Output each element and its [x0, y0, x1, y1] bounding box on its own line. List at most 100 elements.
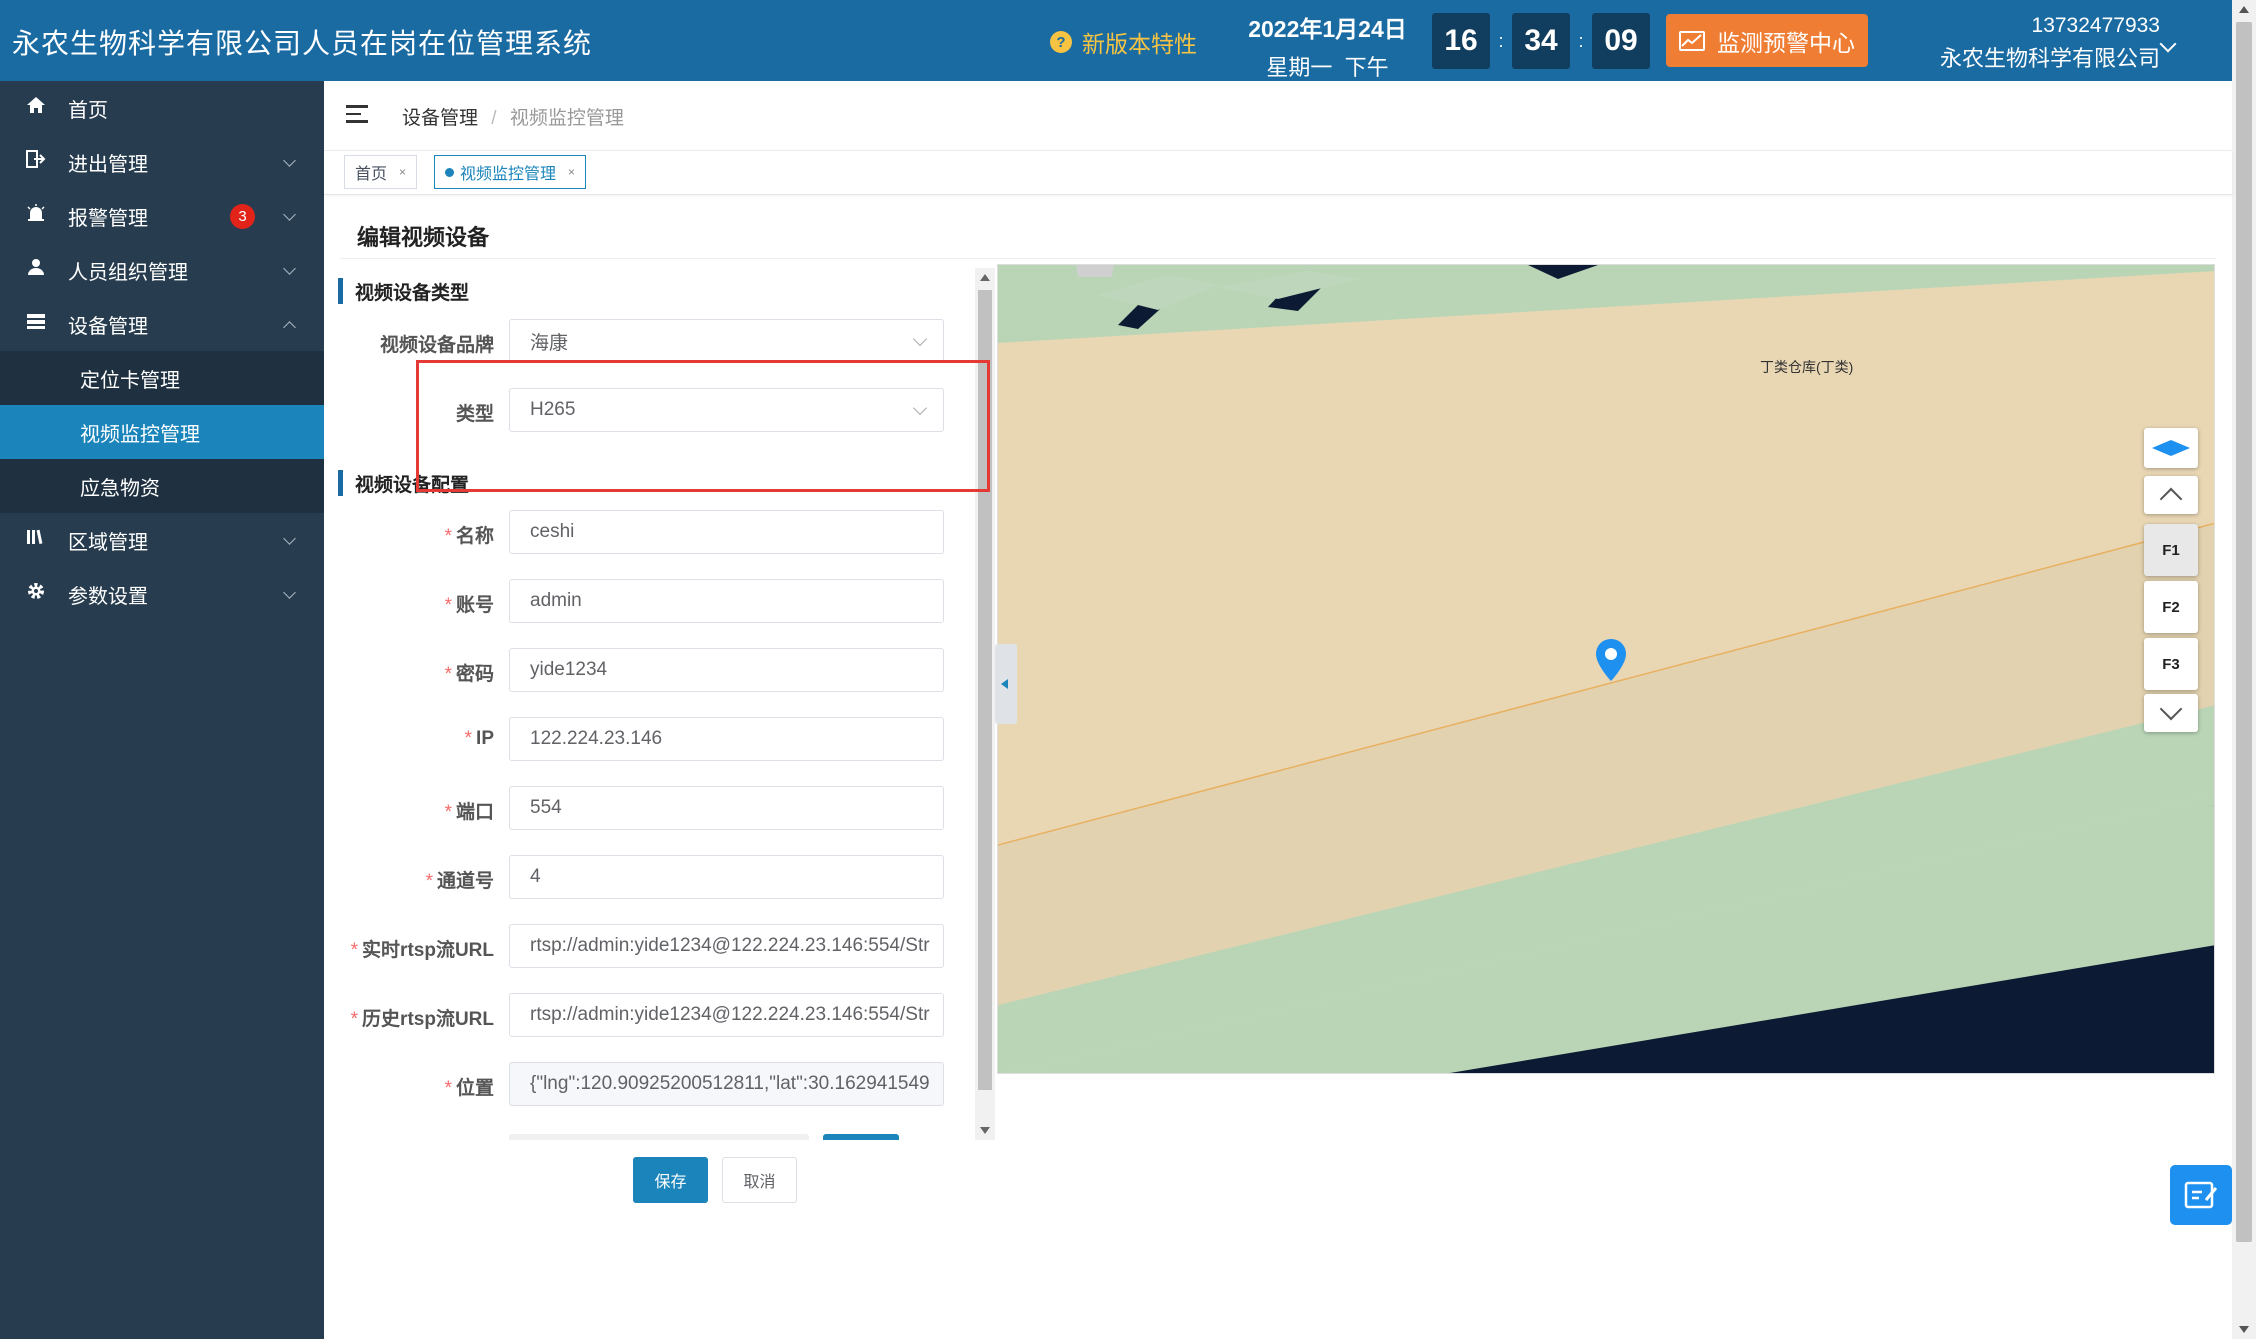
- device-form: 视频设备类型 视频设备品牌 海康 类型 H265 视频设备配置 * 名称 cesh…: [338, 268, 976, 1140]
- floor-button-f1[interactable]: F1: [2144, 524, 2198, 576]
- clock: 16 : 34 : 09: [1432, 13, 1650, 69]
- alarm-count-badge: 3: [230, 204, 255, 229]
- tab-home[interactable]: 首页 ×: [344, 155, 418, 189]
- weekday-text: 星期一: [1266, 55, 1333, 80]
- live-url-label: * 实时rtsp流URL: [350, 940, 494, 961]
- live-url-input[interactable]: rtsp://admin:yide1234@122.224.23.146:554…: [509, 924, 944, 968]
- type-select[interactable]: H265: [509, 388, 944, 432]
- user-menu[interactable]: 13732477933 永农生物科学有限公司: [1930, 14, 2160, 73]
- scrollbar-thumb[interactable]: [978, 290, 992, 1090]
- alarm-icon: [24, 204, 48, 228]
- form-row-live-url: * 实时rtsp流URL rtsp://admin:yide1234@122.22…: [338, 924, 976, 968]
- sidebar-item-area[interactable]: 区域管理: [0, 513, 324, 567]
- floor-button-f2[interactable]: F2: [2144, 581, 2198, 633]
- clock-second: 09: [1592, 13, 1650, 69]
- breadcrumb-parent[interactable]: 设备管理: [402, 108, 478, 129]
- sidebar-item-label: 参数设置: [68, 585, 148, 608]
- scroll-up-arrow-icon[interactable]: [2239, 6, 2249, 13]
- sidebar-item-settings[interactable]: 参数设置: [0, 567, 324, 621]
- collapse-form-toggle[interactable]: [995, 644, 1017, 724]
- required-mark: *: [444, 595, 452, 616]
- cancel-button[interactable]: 取消: [722, 1157, 797, 1203]
- sidebar-item-alarm[interactable]: 报警管理 3: [0, 189, 324, 243]
- close-icon[interactable]: ×: [399, 165, 406, 179]
- sidebar-item-home[interactable]: 首页: [0, 81, 324, 135]
- chevron-down-icon[interactable]: [2159, 35, 2177, 53]
- form-row-brand: 视频设备品牌 海康: [338, 319, 976, 363]
- tab-label: 首页: [355, 166, 388, 183]
- save-button[interactable]: 保存: [633, 1157, 708, 1203]
- floor-up-button[interactable]: [2144, 476, 2198, 514]
- port-label: * 端口: [444, 802, 494, 823]
- breadcrumb-separator: /: [491, 108, 497, 129]
- user-company: 永农生物科学有限公司: [1939, 46, 2160, 71]
- page-scrollbar[interactable]: [2232, 0, 2256, 1339]
- sidebar-item-access[interactable]: 进出管理: [0, 135, 324, 189]
- floor-down-button[interactable]: [2144, 694, 2198, 732]
- sidebar-item-location-card[interactable]: 定位卡管理: [0, 351, 324, 405]
- scroll-down-arrow-icon[interactable]: [980, 1127, 990, 1134]
- form-row-type: 类型 H265: [338, 388, 976, 432]
- password-input[interactable]: yide1234: [509, 648, 944, 692]
- gear-icon: [24, 581, 48, 607]
- required-mark: *: [350, 940, 359, 961]
- type-label: 类型: [455, 404, 494, 425]
- panel-title: 编辑视频设备: [357, 225, 490, 250]
- ip-label: * IP: [464, 728, 494, 749]
- channel-label: * 通道号: [425, 871, 494, 892]
- question-icon: ?: [1050, 31, 1072, 53]
- form-scrollbar[interactable]: [975, 268, 995, 1140]
- type-value: H265: [530, 399, 576, 420]
- weekday-period: 星期一 下午: [1235, 50, 1420, 82]
- required-mark: *: [444, 1078, 452, 1099]
- required-mark: *: [350, 1009, 359, 1030]
- brand-label: 视频设备品牌: [379, 335, 494, 356]
- channel-input[interactable]: 4: [509, 855, 944, 899]
- sidebar-item-label: 设备管理: [68, 315, 148, 338]
- history-url-input[interactable]: rtsp://admin:yide1234@122.224.23.146:554…: [509, 993, 944, 1037]
- chevron-down-icon: [912, 400, 928, 416]
- clock-hour: 16: [1432, 13, 1490, 69]
- new-features-link[interactable]: ? 新版本特性: [1050, 25, 1197, 59]
- form-row-ip: * IP 122.224.23.146: [338, 717, 976, 761]
- sidebar-item-video-monitor[interactable]: 视频监控管理: [0, 405, 324, 459]
- required-mark: *: [444, 664, 452, 685]
- ip-input[interactable]: 122.224.23.146: [509, 717, 944, 761]
- tab-video-monitor[interactable]: 视频监控管理 ×: [434, 155, 587, 189]
- account-label: * 账号: [444, 595, 494, 616]
- floor-button-f3[interactable]: F3: [2144, 638, 2198, 690]
- history-url-label: * 历史rtsp流URL: [350, 1009, 494, 1030]
- layer-toggle-button[interactable]: [2144, 428, 2198, 468]
- port-input[interactable]: 554: [509, 786, 944, 830]
- scroll-down-arrow-icon[interactable]: [2239, 1326, 2249, 1333]
- map-view[interactable]: 丁类仓库(丁类): [997, 264, 2215, 1074]
- scroll-up-arrow-icon[interactable]: [980, 274, 990, 281]
- close-icon[interactable]: ×: [568, 165, 575, 179]
- chevron-down-icon: [912, 331, 928, 347]
- sidebar-item-personnel[interactable]: 人员组织管理: [0, 243, 324, 297]
- form-row-position: * 位置 {"lng":120.90925200512811,"lat":30.1…: [338, 1062, 976, 1106]
- alarm-center-button[interactable]: 监测预警中心: [1666, 14, 1868, 67]
- chart-icon: [1679, 30, 1705, 51]
- brand-select[interactable]: 海康: [509, 319, 944, 363]
- breadcrumb: 设备管理 / 视频监控管理: [402, 103, 624, 130]
- form-row-port: * 端口 554: [338, 786, 976, 830]
- breadcrumb-current: 视频监控管理: [509, 108, 624, 129]
- feedback-button[interactable]: [2170, 1165, 2232, 1225]
- account-input[interactable]: admin: [509, 579, 944, 623]
- user-phone: 13732477933: [2031, 14, 2160, 37]
- area-icon: [24, 528, 48, 552]
- form-row-password: * 密码 yide1234: [338, 648, 976, 692]
- alarm-center-label: 监测预警中心: [1717, 29, 1855, 56]
- name-label: * 名称: [444, 526, 494, 547]
- menu-toggle-icon[interactable]: [346, 105, 368, 125]
- name-input[interactable]: ceshi: [509, 510, 944, 554]
- sidebar-item-device[interactable]: 设备管理: [0, 297, 324, 351]
- location-pin-icon[interactable]: [1594, 637, 1628, 683]
- form-row-channel: * 通道号 4: [338, 855, 976, 899]
- scrollbar-thumb[interactable]: [2236, 22, 2252, 1242]
- password-label: * 密码: [444, 664, 494, 685]
- sidebar-item-emergency-supplies[interactable]: 应急物资: [0, 459, 324, 513]
- partial-button[interactable]: [823, 1134, 899, 1140]
- required-mark: *: [444, 802, 452, 823]
